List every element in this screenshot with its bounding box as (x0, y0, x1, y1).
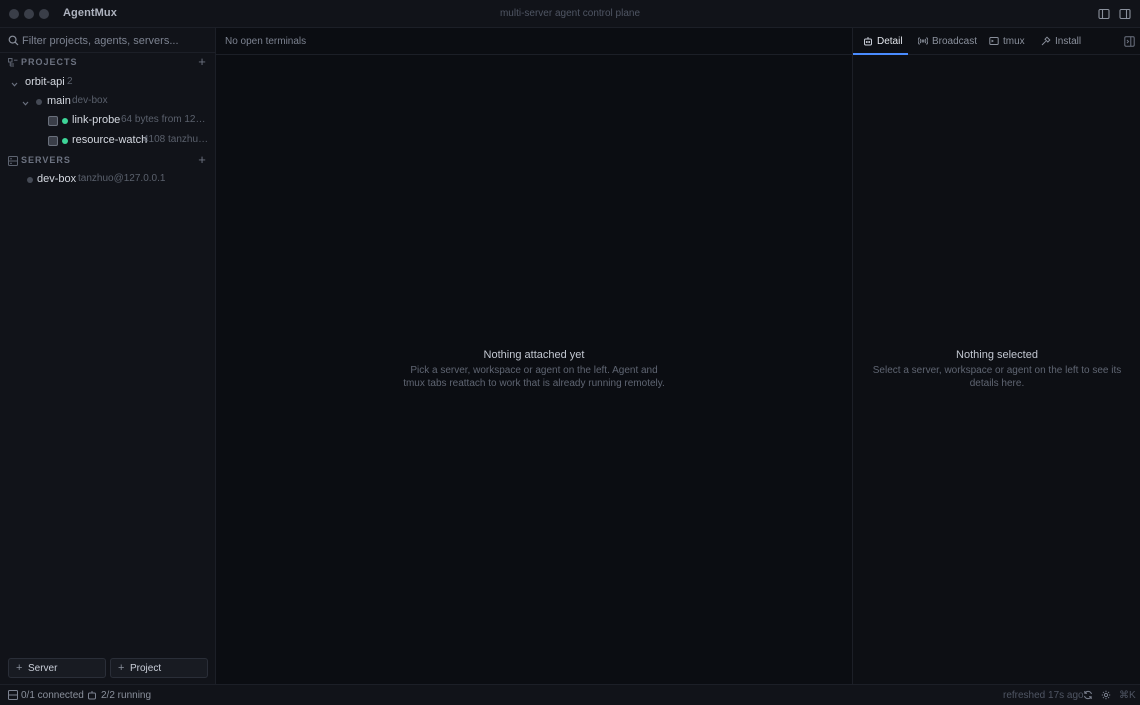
terminal-icon (989, 36, 999, 46)
plus-icon: + (118, 662, 125, 674)
empty-state-title: Nothing attached yet (483, 349, 585, 361)
workspace-name: main (47, 95, 71, 107)
refresh-icon[interactable] (1083, 690, 1093, 700)
add-project-button-label: Project (130, 663, 162, 674)
server-icon (8, 156, 18, 166)
add-server-icon[interactable]: + (195, 153, 209, 167)
tab-detail-label: Detail (877, 36, 903, 47)
server-icon (8, 690, 18, 700)
refresh-timestamp: refreshed 17s ago (1003, 690, 1084, 701)
toggle-right-sidebar-icon[interactable] (1119, 8, 1131, 20)
agent-checkbox[interactable] (48, 136, 58, 146)
empty-state-line: Pick a server, workspace or agent on the… (410, 365, 658, 376)
terminal-tab-bar: No open terminals (216, 28, 852, 55)
search-icon (8, 35, 19, 46)
server-name: dev-box (37, 173, 77, 185)
install-icon (1041, 36, 1051, 46)
terminal-area: No open terminals Nothing attached yet P… (216, 28, 852, 684)
search-input[interactable] (22, 32, 207, 49)
projects-section-label: PROJECTS (21, 57, 78, 67)
tab-tmux-label: tmux (1003, 36, 1025, 47)
add-project-button[interactable]: + Project (110, 658, 208, 678)
add-server-button[interactable]: + Server (8, 658, 106, 678)
workspace-server: dev-box (72, 95, 108, 106)
agent-row[interactable]: resource-watch 4108 tanzhuo 2... (0, 131, 215, 150)
chevron-down-icon[interactable] (11, 79, 18, 87)
detail-icon (863, 36, 873, 46)
detail-empty-description: Select a server, workspace or agent on t… (863, 364, 1131, 390)
projects-section-header: PROJECTS + (0, 55, 215, 71)
collapse-panel-icon[interactable] (1124, 36, 1135, 47)
agent-last-output: 64 bytes from 127.0.0.1 (121, 114, 209, 125)
agent-name: resource-watch (72, 134, 148, 146)
workspace-row[interactable]: main dev-box (0, 92, 215, 111)
server-row[interactable]: dev-box tanzhuo@127.0.0.1 (0, 170, 215, 189)
tab-tmux[interactable]: tmux (989, 28, 1029, 55)
window-subtitle: multi-server agent control plane (499, 8, 641, 19)
status-bar: 0/1 connected 2/2 running refreshed 17s … (0, 684, 1140, 705)
agent-icon (87, 690, 97, 700)
projects-icon (8, 58, 18, 68)
sidebar: PROJECTS + orbit-api 2 main dev-box link… (0, 28, 216, 684)
project-name: orbit-api (25, 76, 65, 88)
sidebar-search (0, 28, 215, 53)
workspace-status-dot (36, 99, 42, 105)
add-server-button-label: Server (28, 663, 58, 674)
tab-install[interactable]: Install (1041, 28, 1087, 55)
detail-empty-line: Select a server, workspace or agent on t… (872, 365, 1122, 376)
tab-detail[interactable]: Detail (863, 28, 923, 55)
agent-status-dot (62, 138, 68, 144)
servers-section-header: SERVERS + (0, 153, 215, 169)
right-panel: Detail Broadcast tmux Install Nothing se… (852, 28, 1140, 684)
add-project-icon[interactable]: + (195, 55, 209, 69)
detail-empty-title: Nothing selected (956, 349, 1038, 361)
agent-status-dot (62, 118, 68, 124)
title-bar: AgentMux multi-server agent control plan… (0, 0, 1140, 28)
connection-status: 0/1 connected (21, 690, 84, 701)
right-panel-tabs: Detail Broadcast tmux Install (853, 28, 1140, 55)
no-terminals-label: No open terminals (225, 36, 307, 47)
servers-section-label: SERVERS (21, 155, 71, 165)
active-tab-indicator (853, 53, 908, 55)
empty-state-description: Pick a server, workspace or agent on the… (216, 364, 852, 390)
detail-empty-line: details here. (969, 378, 1025, 389)
agent-last-output: 4108 tanzhuo 2... (143, 134, 211, 145)
empty-state-line: tmux tabs reattach to work that is alrea… (403, 378, 665, 389)
tab-broadcast-label: Broadcast (932, 36, 978, 47)
broadcast-icon (917, 36, 929, 46)
project-agent-count: 2 (67, 76, 73, 87)
plus-icon: + (16, 662, 23, 674)
command-palette-shortcut[interactable]: ⌘K (1119, 690, 1136, 701)
agent-name: link-probe (72, 114, 121, 126)
toggle-left-sidebar-icon[interactable] (1098, 8, 1110, 20)
agent-checkbox[interactable] (48, 116, 58, 126)
agent-row[interactable]: link-probe 64 bytes from 127.0.0.1 (0, 111, 215, 130)
running-status: 2/2 running (101, 690, 152, 701)
tab-install-label: Install (1055, 36, 1082, 47)
server-address: tanzhuo@127.0.0.1 (78, 173, 166, 184)
tab-broadcast[interactable]: Broadcast (917, 28, 980, 55)
settings-gear-icon[interactable] (1101, 690, 1111, 700)
project-row[interactable]: orbit-api 2 (0, 73, 215, 92)
server-status-dot (27, 177, 33, 183)
chevron-down-icon[interactable] (22, 98, 29, 106)
